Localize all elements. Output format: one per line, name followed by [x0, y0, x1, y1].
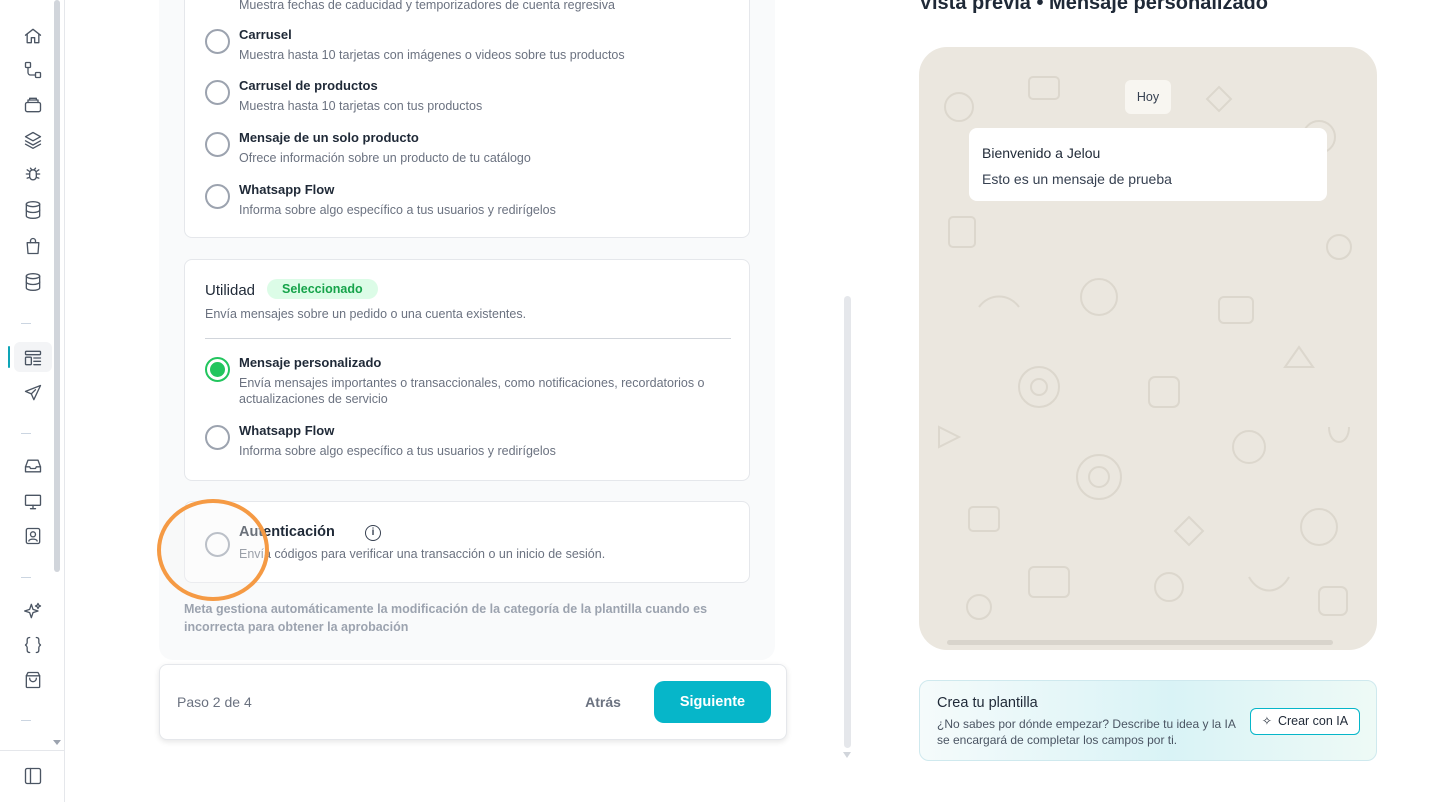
- back-button[interactable]: Atrás: [570, 681, 636, 723]
- option-title: Mensaje de un solo producto: [239, 130, 419, 145]
- click-highlight-circle: [157, 499, 269, 601]
- code-braces-icon[interactable]: [21, 633, 45, 657]
- contacts-icon[interactable]: [21, 524, 45, 548]
- meta-note: Meta gestiona automáticamente la modific…: [184, 602, 708, 634]
- sidebar-toggle-icon[interactable]: [21, 764, 45, 788]
- message-body: Esto es un mensaje de prueba: [982, 171, 1172, 187]
- scroll-down-icon[interactable]: [843, 752, 851, 758]
- active-item-indicator: [8, 346, 10, 368]
- sidebar-divider: [0, 750, 64, 751]
- wizard-footer: Paso 2 de 4 Atrás Siguiente: [159, 664, 787, 740]
- shopping-bag-icon[interactable]: [21, 234, 45, 258]
- option-title: Whatsapp Flow: [239, 182, 335, 197]
- radio-button-selected[interactable]: [205, 357, 230, 382]
- step-indicator: Paso 2 de 4: [177, 694, 252, 710]
- sidebar-separator: [21, 433, 31, 434]
- info-icon[interactable]: i: [365, 525, 381, 541]
- ai-template-card: Crea tu plantilla ¿No sabes por dónde em…: [919, 680, 1377, 761]
- archive-icon[interactable]: [21, 93, 45, 117]
- send-icon[interactable]: [21, 381, 45, 405]
- preview-title: Vista previa • Mensaje personalizado: [919, 0, 1268, 14]
- inbox-icon[interactable]: [21, 454, 45, 478]
- chat-preview: Hoy Bienvenido a Jelou Esto es un mensaj…: [919, 47, 1377, 650]
- radio-button[interactable]: [205, 29, 230, 54]
- radio-button[interactable]: [205, 132, 230, 157]
- option-description: Muestra hasta 10 tarjetas con tus produc…: [239, 99, 483, 113]
- database-stack-icon[interactable]: [21, 270, 45, 294]
- sparkle-icon: ✧: [1261, 714, 1272, 728]
- option-description: Envía códigos para verificar una transac…: [239, 547, 606, 561]
- monitor-icon[interactable]: [21, 490, 45, 514]
- option-description: Muestra hasta 10 tarjetas con imágenes o…: [239, 48, 625, 62]
- database-icon[interactable]: [21, 198, 45, 222]
- ai-card-title: Crea tu plantilla: [937, 695, 1038, 711]
- option-description: Envía mensajes importantes o transaccion…: [239, 376, 705, 406]
- authentication-card[interactable]: Autenticación i Envía códigos para verif…: [184, 501, 750, 583]
- flow-icon[interactable]: [21, 58, 45, 82]
- option-description: Ofrece información sobre un producto de …: [239, 151, 531, 165]
- next-button[interactable]: Siguiente: [654, 681, 771, 723]
- option-title: Whatsapp Flow: [239, 423, 335, 438]
- left-sidebar: [0, 0, 65, 802]
- message-bubble: Bienvenido a Jelou Esto es un mensaje de…: [969, 128, 1327, 201]
- option-title: Carrusel: [239, 27, 292, 42]
- sidebar-separator: [21, 323, 31, 324]
- sidebar-separator: [21, 720, 31, 721]
- templates-icon[interactable]: [21, 346, 45, 370]
- option-description: Informa sobre algo específico a tus usua…: [239, 444, 556, 458]
- ai-card-description: ¿No sabes por dónde empezar? Describe tu…: [937, 717, 1236, 747]
- utility-description: Envía mensajes sobre un pedido o una cue…: [205, 307, 527, 321]
- sidebar-scroll-down-icon[interactable]: [53, 740, 61, 745]
- radio-button[interactable]: [205, 184, 230, 209]
- create-with-ai-label: Crear con IA: [1277, 714, 1349, 728]
- layers-icon[interactable]: [21, 128, 45, 152]
- option-title: Carrusel de productos: [239, 78, 378, 93]
- radio-button[interactable]: [205, 80, 230, 105]
- marketing-card: Muestra fechas de caducidad y temporizad…: [184, 0, 750, 238]
- day-chip: Hoy: [1125, 80, 1171, 114]
- section-divider: [205, 338, 731, 339]
- radio-button[interactable]: [205, 425, 230, 450]
- create-with-ai-button[interactable]: ✧ Crear con IA: [1250, 708, 1360, 735]
- utility-card[interactable]: Utilidad Seleccionado Envía mensajes sob…: [184, 259, 750, 481]
- option-description: Informa sobre algo específico a tus usua…: [239, 203, 556, 217]
- sidebar-separator: [21, 577, 31, 578]
- selected-badge: Seleccionado: [267, 279, 378, 299]
- option-title: Mensaje personalizado: [239, 355, 382, 370]
- sparkles-icon[interactable]: [21, 599, 45, 623]
- shopping-bag-alt-icon[interactable]: [21, 668, 45, 692]
- utility-title: Utilidad: [205, 282, 256, 299]
- home-icon[interactable]: [21, 24, 45, 48]
- form-scrollbar[interactable]: [844, 296, 851, 748]
- sidebar-scrollbar[interactable]: [54, 0, 60, 572]
- message-title: Bienvenido a Jelou: [982, 145, 1101, 161]
- bug-icon[interactable]: [21, 162, 45, 186]
- preview-scrollbar[interactable]: [947, 640, 1333, 645]
- option-description: Muestra fechas de caducidad y temporizad…: [239, 0, 615, 12]
